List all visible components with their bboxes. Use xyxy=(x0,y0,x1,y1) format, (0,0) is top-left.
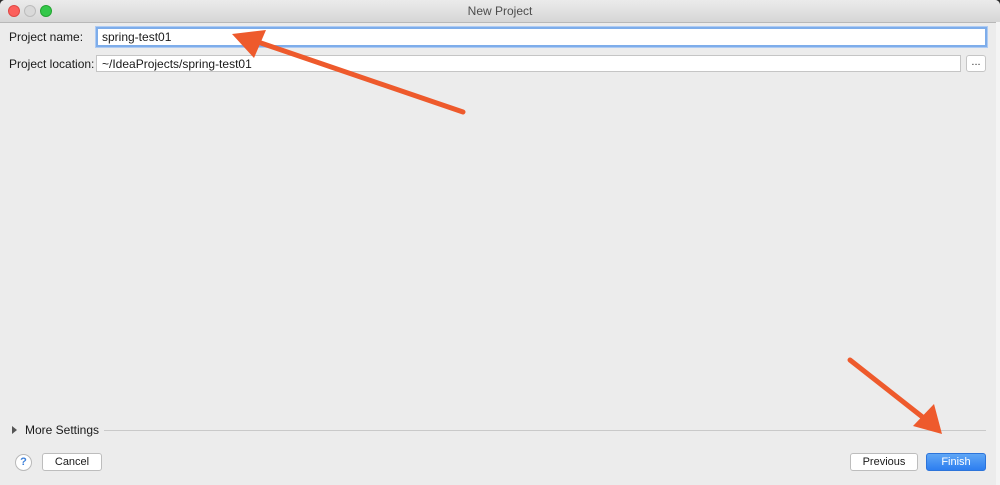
more-settings-separator xyxy=(104,430,986,431)
project-name-label: Project name: xyxy=(9,30,84,44)
window-title: New Project xyxy=(467,4,533,18)
window-edge xyxy=(996,22,1000,485)
title-bar: New Project xyxy=(0,0,1000,23)
more-settings-label: More Settings xyxy=(25,423,100,437)
annotation-arrow-finish xyxy=(847,357,942,434)
project-name-input[interactable] xyxy=(96,27,987,47)
project-location-input[interactable] xyxy=(96,55,961,72)
cancel-button[interactable]: Cancel xyxy=(42,453,102,471)
browse-location-button[interactable]: ... xyxy=(966,55,986,72)
more-settings-toggle[interactable]: More Settings xyxy=(12,423,99,437)
previous-button[interactable]: Previous xyxy=(850,453,918,471)
disclosure-triangle-icon xyxy=(12,426,17,434)
annotation-overlay xyxy=(232,30,942,434)
project-location-label: Project location: xyxy=(9,57,95,71)
finish-button[interactable]: Finish xyxy=(926,453,986,471)
help-button[interactable]: ? xyxy=(15,454,32,471)
new-project-dialog: New Project Project name: Project locati… xyxy=(0,0,1000,485)
